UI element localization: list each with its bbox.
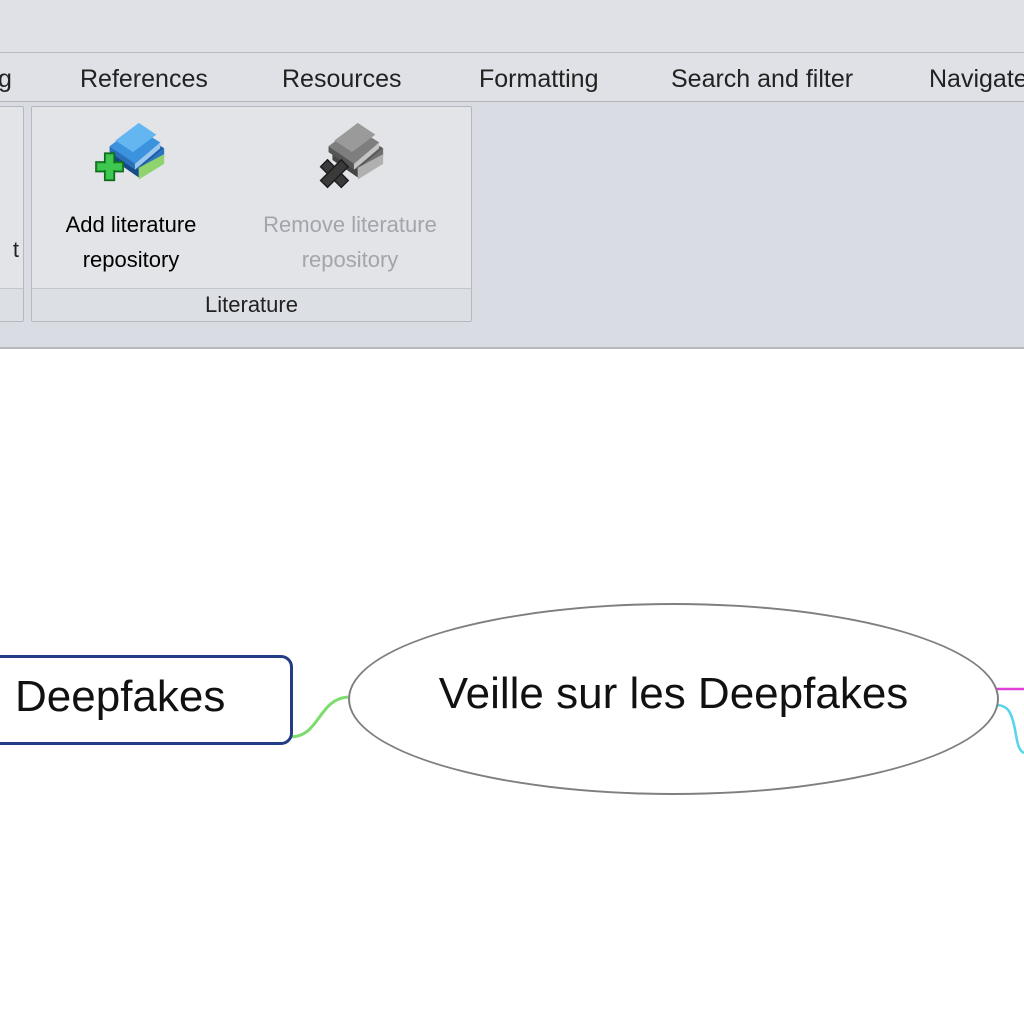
add-literature-repository-button[interactable]: Add literature repository: [46, 119, 216, 277]
topic-node-deepfakes[interactable]: Deepfakes: [0, 655, 293, 745]
add-literature-label-line1: Add literature: [65, 212, 197, 237]
remove-literature-repository-button[interactable]: Remove literature repository: [240, 119, 460, 277]
mindmap-canvas[interactable]: Deepfakes Veille sur les Deepfakes: [0, 349, 1024, 1024]
app-window: g References Resources Formatting Search…: [0, 0, 1024, 1024]
link-left-topic: [289, 695, 349, 739]
central-node[interactable]: Veille sur les Deepfakes: [348, 603, 999, 795]
link-right-cyan: [994, 703, 1024, 755]
ribbon-group-partial: t: [0, 106, 24, 322]
partial-button-label: t: [12, 237, 19, 262]
tab-navigate[interactable]: Navigate: [929, 65, 1024, 94]
remove-literature-label-line2: repository: [301, 247, 399, 272]
title-bar: [0, 0, 1024, 53]
tab-resources[interactable]: Resources: [282, 65, 402, 94]
tab-formatting[interactable]: Formatting: [479, 65, 598, 94]
ribbon-tab-bar: g References Resources Formatting Search…: [0, 53, 1024, 102]
literature-group-label: Literature: [32, 288, 471, 321]
partial-group-label: [0, 288, 23, 321]
tab-partial-left[interactable]: g: [0, 65, 12, 94]
tab-references[interactable]: References: [80, 65, 208, 94]
topic-node-text: Deepfakes: [15, 672, 226, 721]
ribbon-panel: t Add literature repository Remove liter…: [0, 102, 1024, 349]
remove-books-icon: [319, 122, 384, 189]
tab-search-and-filter[interactable]: Search and filter: [671, 65, 853, 94]
add-books-icon: [95, 122, 165, 182]
central-node-text: Veille sur les Deepfakes: [438, 669, 909, 718]
remove-literature-label-line1: Remove literature: [263, 212, 437, 237]
ribbon-group-literature: Add literature repository Remove literat…: [31, 106, 472, 322]
add-literature-label-line2: repository: [82, 247, 180, 272]
